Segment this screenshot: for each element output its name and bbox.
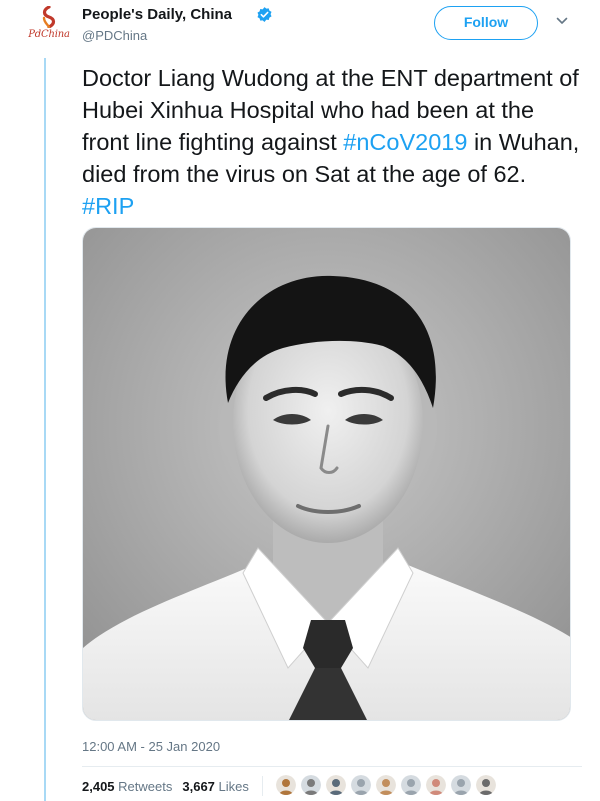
author-name[interactable]: People's Daily, China bbox=[82, 6, 232, 23]
liker-avatar[interactable] bbox=[351, 775, 371, 795]
avatar-wordmark: PdChina bbox=[28, 29, 70, 40]
chevron-down-icon[interactable] bbox=[556, 16, 568, 26]
retweets-stat[interactable]: 2,405 Retweets bbox=[82, 779, 172, 794]
engagement-stats: 2,405 Retweets 3,667 Likes bbox=[82, 779, 249, 794]
stats-separator bbox=[262, 776, 263, 796]
hashtag-ncov2019[interactable]: #nCoV2019 bbox=[343, 129, 467, 155]
liker-avatar[interactable] bbox=[426, 775, 446, 795]
retweets-label: Retweets bbox=[118, 779, 173, 794]
tweet-timestamp[interactable]: 12:00 AM - 25 Jan 2020 bbox=[82, 739, 220, 754]
divider bbox=[82, 766, 582, 767]
author-avatar[interactable]: PdChina bbox=[26, 6, 72, 46]
likes-stat[interactable]: 3,667 Likes bbox=[182, 779, 249, 794]
hashtag-rip[interactable]: #RIP bbox=[82, 193, 134, 219]
liker-avatar[interactable] bbox=[301, 775, 321, 795]
retweets-count: 2,405 bbox=[82, 779, 115, 794]
verified-badge-icon bbox=[257, 7, 272, 22]
tweet-text: Doctor Liang Wudong at the ENT departmen… bbox=[82, 62, 582, 222]
follow-button[interactable]: Follow bbox=[434, 6, 538, 40]
likes-label: Likes bbox=[218, 779, 249, 794]
tweet-photo[interactable] bbox=[82, 227, 571, 721]
liker-avatar[interactable] bbox=[476, 775, 496, 795]
pdchina-logo-icon bbox=[42, 6, 56, 28]
author-handle[interactable]: @PDChina bbox=[82, 28, 147, 43]
thread-line bbox=[44, 58, 46, 801]
liker-avatar[interactable] bbox=[276, 775, 296, 795]
portrait-image bbox=[83, 228, 570, 720]
liker-avatar[interactable] bbox=[376, 775, 396, 795]
liker-avatar[interactable] bbox=[401, 775, 421, 795]
liker-avatar[interactable] bbox=[451, 775, 471, 795]
liker-avatar[interactable] bbox=[326, 775, 346, 795]
likes-count: 3,667 bbox=[182, 779, 215, 794]
